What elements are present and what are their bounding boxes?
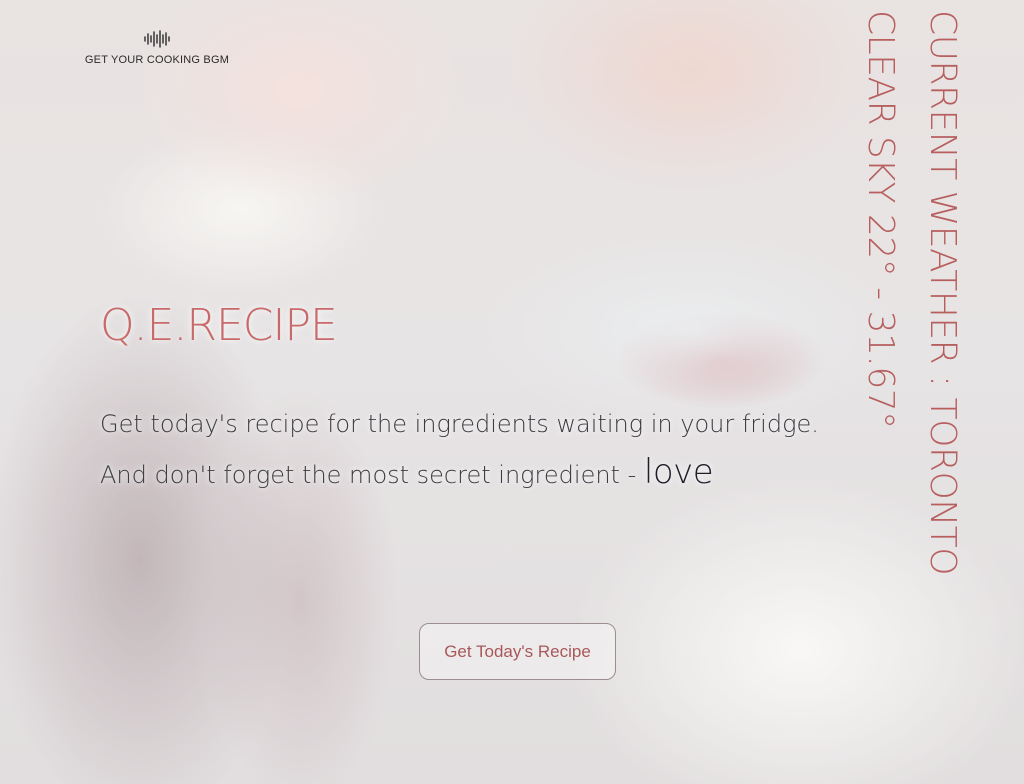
- tagline-line-2-text: And don't forget the most secret ingredi…: [100, 461, 644, 489]
- music-label: GET YOUR COOKING BGM: [84, 54, 230, 66]
- weather-location: CURRENT WEATHER : TORONTO: [922, 10, 963, 576]
- tagline-line-2: And don't forget the most secret ingredi…: [100, 448, 819, 499]
- sound-wave-icon: [144, 30, 170, 48]
- get-recipe-button[interactable]: Get Today's Recipe: [419, 623, 616, 680]
- tagline-emphasis-love: love: [643, 452, 714, 492]
- weather-conditions: CLEAR SKY 22° - 31.67°: [860, 10, 901, 429]
- tagline: Get today's recipe for the ingredients w…: [100, 400, 819, 499]
- tagline-line-1: Get today's recipe for the ingredients w…: [100, 410, 819, 438]
- music-player-link[interactable]: GET YOUR COOKING BGM: [84, 30, 230, 66]
- page-title: Q.E.RECIPE: [100, 300, 338, 351]
